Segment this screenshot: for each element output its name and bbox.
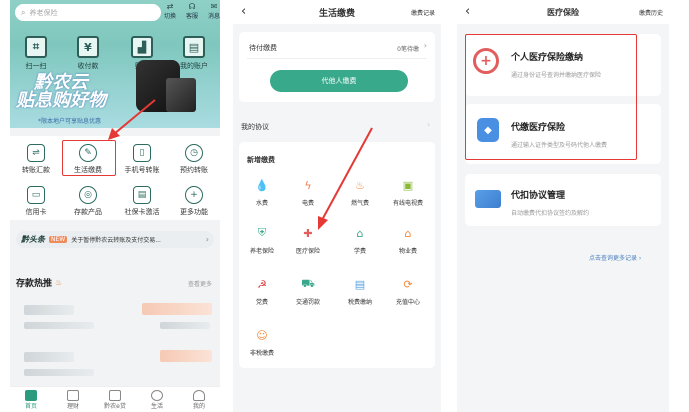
card-stack-icon xyxy=(475,190,501,208)
header-bar: ‹ 医疗保险 缴费历史 xyxy=(457,0,669,24)
fee-item-car[interactable]: ⛟ 交通罚款 xyxy=(285,275,331,307)
payment-history-link[interactable]: 缴费历史 xyxy=(639,8,663,17)
chevron-right-icon: › xyxy=(423,41,427,50)
yuan-icon: ¥ xyxy=(77,36,99,58)
banner-note: *限本地户可享贴息优惠 xyxy=(38,118,102,125)
pending-count[interactable]: 0笔待缴 xyxy=(397,44,419,53)
search-icon: ⌕ xyxy=(21,7,26,17)
switch-action[interactable]: ⇄ 切换 xyxy=(162,2,178,20)
schedule-icon: ◷ xyxy=(185,144,203,162)
pay-for-others-button[interactable]: 代他人缴费 xyxy=(270,70,408,92)
switch-icon: ⇄ xyxy=(166,2,174,11)
tab-home[interactable]: 首页 xyxy=(10,387,52,412)
finance-icon xyxy=(67,390,79,401)
grid-transfer[interactable]: ⇌ 转账汇款 xyxy=(10,144,62,175)
tab-loan[interactable]: 黔农e贷 xyxy=(94,387,136,412)
bottom-tab-bar: 首页 理财 黔农e贷 生活 我的 xyxy=(10,386,220,412)
highlight-medical-options xyxy=(465,34,637,160)
fee-item-water[interactable]: 💧 水费 xyxy=(239,176,285,208)
back-button[interactable]: ‹ xyxy=(241,4,246,19)
message-action[interactable]: ✉ 消息 xyxy=(206,2,220,20)
more-records-link[interactable]: 点击查询更多记录 › xyxy=(589,253,641,262)
fee-item-tax[interactable]: ▤ 税费缴纳 xyxy=(337,275,383,307)
payment-records-link[interactable]: 缴费记录 xyxy=(411,8,435,17)
message-icon: ✉ xyxy=(210,2,218,11)
tab-mine[interactable]: 我的 xyxy=(178,387,220,412)
tab-life[interactable]: 生活 xyxy=(136,387,178,412)
quick-scan[interactable]: ⌗ 扫一扫 xyxy=(12,36,60,71)
annotation-arrow-1 xyxy=(108,99,156,140)
transfer-icon: ⇌ xyxy=(27,144,45,162)
pension-icon: ⛨ xyxy=(257,226,267,239)
blurred-product-name-2 xyxy=(24,352,74,362)
plus-icon: + xyxy=(185,186,203,204)
home-icon xyxy=(25,390,37,401)
user-icon xyxy=(193,390,205,401)
deposit-icon: ◎ xyxy=(79,186,97,204)
nontax-icon: ☺ xyxy=(256,328,268,342)
chevron-right-icon: › xyxy=(205,235,209,244)
fee-item-party[interactable]: ☭ 党费 xyxy=(239,275,285,307)
fire-icon: ♨ xyxy=(55,278,63,287)
chart-icon: ▟ xyxy=(131,36,153,58)
chevron-right-icon: › xyxy=(427,120,431,129)
product-image-2 xyxy=(166,78,196,112)
search-input[interactable]: 养老保险 xyxy=(29,8,57,18)
car-icon: ⛟ xyxy=(301,276,315,290)
card-icon: ▭ xyxy=(27,186,45,204)
my-agreement-row[interactable]: 我的协议 xyxy=(241,122,269,132)
fee-item-tv[interactable]: ▣ 有线电视费 xyxy=(385,176,431,208)
blurred-product-desc-2 xyxy=(160,322,210,329)
blurred-product-desc xyxy=(24,322,94,329)
tab-finance[interactable]: 理财 xyxy=(52,387,94,412)
blurred-product-desc-3 xyxy=(24,369,94,376)
withholding-agreement-row[interactable]: 代扣协议管理 自动缴费代扣协议签约及解约 xyxy=(465,174,661,226)
fee-item-recharge[interactable]: ⟳ 充值中心 xyxy=(385,275,431,307)
tv-icon: ▣ xyxy=(402,178,414,192)
search-bar[interactable]: ⌕ 养老保险 xyxy=(15,4,161,21)
view-more-link[interactable]: 查看更多 xyxy=(188,279,212,288)
grid-phone-transfer[interactable]: ▯ 手机号转账 xyxy=(116,144,168,175)
loan-icon xyxy=(109,390,121,401)
header-bar: ‹ 生活缴费 缴费记录 xyxy=(233,0,441,24)
recharge-icon: ⟳ xyxy=(403,277,413,291)
service-action[interactable]: ☊ 客服 xyxy=(184,2,200,20)
life-icon xyxy=(151,390,163,401)
account-icon: ▤ xyxy=(183,36,205,58)
grid-credit-card[interactable]: ▭ 信用卡 xyxy=(10,186,62,217)
news-ticker[interactable]: 黔头条 NEW 关于暂停黔农云转账及支付交易... › xyxy=(16,231,214,248)
blurred-product-name xyxy=(24,305,74,315)
medical-insurance-screen: ‹ 医疗保险 缴费历史 + 个人医疗保险缴纳 通过身份证号查询并缴纳医疗保险 ◆… xyxy=(457,0,669,412)
back-button[interactable]: ‹ xyxy=(465,4,470,19)
headset-icon: ☊ xyxy=(188,2,196,11)
phone-transfer-icon: ▯ xyxy=(133,144,151,162)
page-title: 生活缴费 xyxy=(318,8,355,19)
quick-pay[interactable]: ¥ 收付款 xyxy=(64,36,112,71)
water-icon: 💧 xyxy=(255,178,269,192)
tax-icon: ▤ xyxy=(354,277,366,291)
deposit-section-title: 存款热推 ♨ xyxy=(16,278,63,289)
scan-icon: ⌗ xyxy=(25,36,47,58)
home-screen: ⌕ 养老保险 ⇄切换 ☊客服 ✉消息 ⌗ 扫一扫 ¥ 收付款 ▟ 财富 ▤ 我的… xyxy=(10,0,220,412)
blurred-product-rate-2 xyxy=(160,350,212,362)
fee-item-nontax[interactable]: ☺ 非税缴费 xyxy=(239,326,285,358)
fee-item-pension[interactable]: ⛨ 养老保险 xyxy=(239,224,285,255)
grid-social-card[interactable]: ▤ 社保卡激活 xyxy=(116,186,168,217)
party-icon: ☭ xyxy=(257,277,267,291)
fee-item-house[interactable]: ⌂ 物业费 xyxy=(385,224,431,256)
blurred-product-rate xyxy=(142,303,212,315)
divider xyxy=(247,58,427,59)
page-title: 医疗保险 xyxy=(547,7,579,17)
grid-deposit[interactable]: ◎ 存款产品 xyxy=(62,186,114,217)
grid-more[interactable]: + 更多功能 xyxy=(168,186,220,217)
grid-schedule[interactable]: ◷ 预约转账 xyxy=(168,144,220,175)
annotation-arrow-2 xyxy=(318,127,373,230)
social-card-icon: ▤ xyxy=(133,186,151,204)
house-icon: ⌂ xyxy=(404,226,412,240)
